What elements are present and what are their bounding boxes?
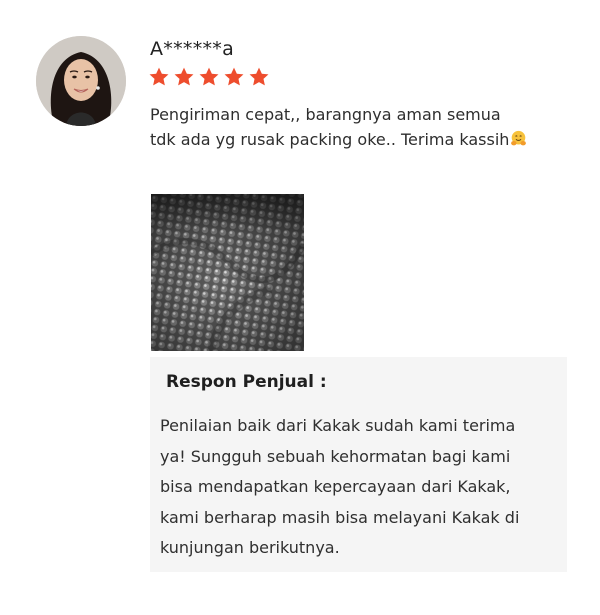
review-text-line: tdk ada yg rusak packing oke.. Terima ka…	[150, 127, 570, 152]
avatar-photo	[36, 36, 126, 126]
seller-response-title: Respon Penjual :	[166, 372, 327, 392]
star-rating	[148, 66, 270, 88]
seller-response-line: bisa mendapatkan kepercayaan dari Kakak,	[160, 477, 511, 496]
hugging-face-icon	[511, 130, 527, 146]
seller-response-text: Penilaian baik dari Kakak sudah kami ter…	[160, 411, 560, 564]
review-text-line-content: tdk ada yg rusak packing oke.. Terima ka…	[150, 130, 510, 149]
reviewer-name: A******a	[150, 38, 235, 60]
star-icon	[249, 67, 269, 86]
review-text-line: Pengiriman cepat,, barangnya aman semua	[150, 105, 501, 124]
bubble-wrap-package-image	[151, 194, 304, 351]
review-text: Pengiriman cepat,, barangnya aman semua …	[150, 102, 570, 152]
reviewer-avatar	[36, 36, 126, 126]
seller-response-line: kunjungan berikutnya.	[160, 538, 340, 557]
seller-response-line: Penilaian baik dari Kakak sudah kami ter…	[160, 416, 516, 435]
star-icon	[149, 67, 169, 86]
star-icon	[174, 67, 194, 86]
star-icon	[199, 67, 219, 86]
seller-response-box: Respon Penjual : Penilaian baik dari Kak…	[150, 357, 567, 572]
star-icon	[224, 67, 244, 86]
seller-response-line: ya! Sungguh sebuah kehormatan bagi kami	[160, 446, 511, 466]
review-photo[interactable]	[151, 194, 304, 351]
seller-response-line: kami berharap masih bisa melayani Kakak …	[160, 507, 520, 527]
